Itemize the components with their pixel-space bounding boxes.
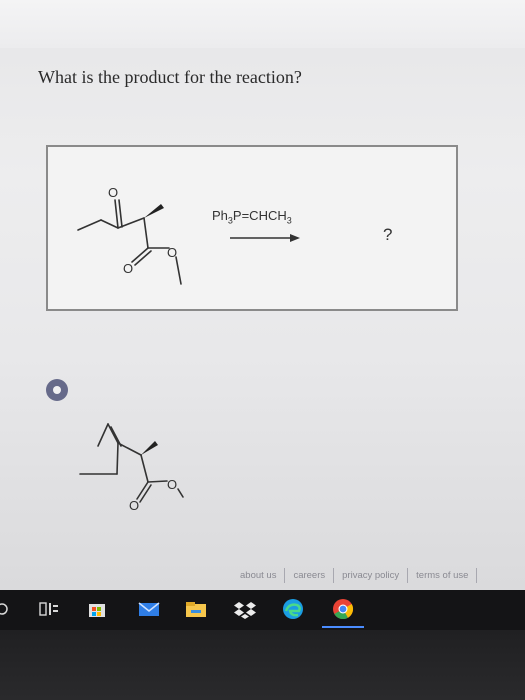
active-app-indicator: [322, 626, 364, 628]
footer-link-privacy-policy[interactable]: privacy policy: [334, 570, 407, 581]
task-view-icon[interactable]: [36, 596, 62, 622]
footer-link-about-us[interactable]: about us: [232, 570, 284, 581]
file-explorer-icon[interactable]: [183, 596, 209, 622]
search-icon[interactable]: [0, 596, 14, 622]
edge-icon[interactable]: [280, 596, 306, 622]
footer-link-terms-of-use[interactable]: terms of use: [408, 570, 476, 581]
windows-taskbar: [0, 590, 525, 630]
dropbox-icon[interactable]: [232, 596, 258, 622]
answer-ester-oxygen: O: [167, 477, 177, 492]
mail-icon[interactable]: [136, 596, 162, 622]
footer-link-careers[interactable]: careers: [285, 570, 333, 581]
footer-divider: [476, 567, 478, 583]
answer-ester-carbonyl-oxygen: O: [129, 498, 139, 513]
monitor-bezel: [0, 630, 525, 700]
footer-links: about us careers privacy policy terms of…: [232, 566, 478, 584]
store-icon[interactable]: [84, 596, 110, 622]
chrome-icon[interactable]: [330, 596, 356, 622]
